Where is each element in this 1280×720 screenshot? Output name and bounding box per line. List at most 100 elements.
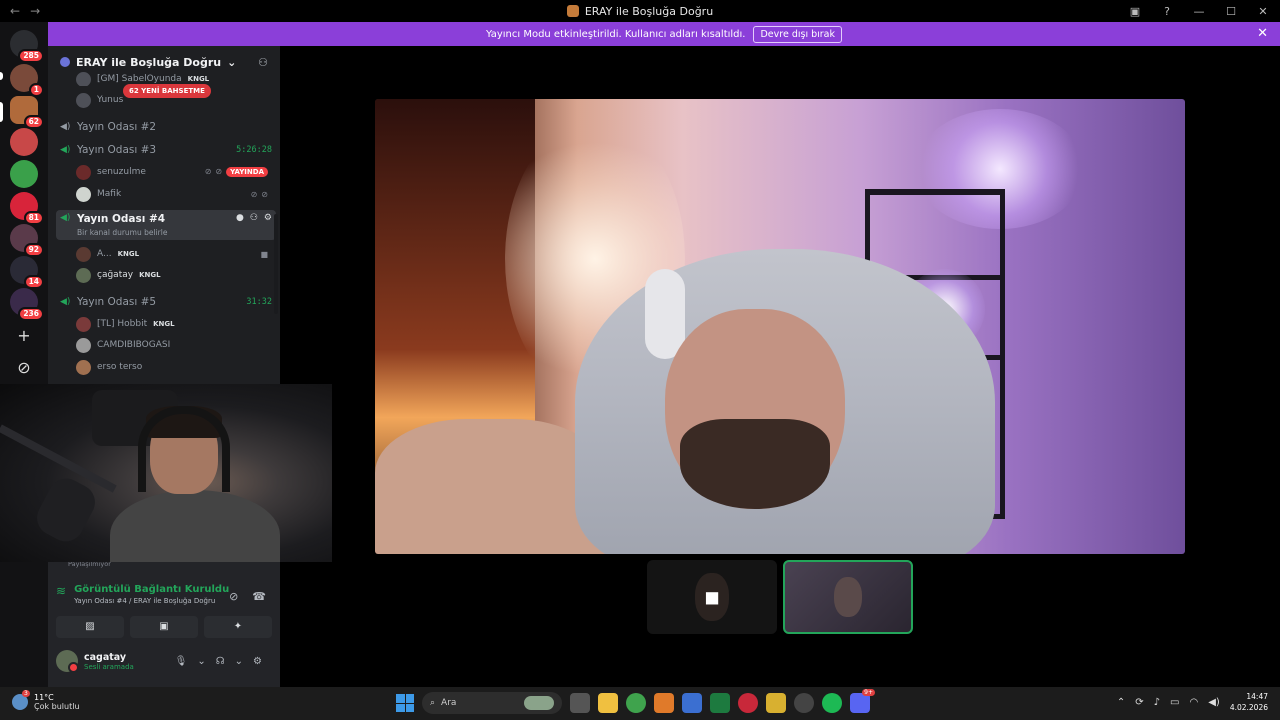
headphones-icon[interactable]: ☊ bbox=[216, 656, 225, 667]
voice-user[interactable]: CAMDIBIBOGASI bbox=[76, 335, 276, 355]
volume-icon[interactable]: ◀) bbox=[1208, 697, 1220, 708]
close-window-button[interactable]: ✕ bbox=[1256, 5, 1270, 18]
participant-avatar bbox=[834, 577, 862, 617]
chevron-up-icon[interactable]: ⌃ bbox=[1117, 697, 1125, 708]
direct-messages-icon[interactable]: 285 bbox=[10, 30, 44, 63]
server-icon[interactable] bbox=[10, 128, 38, 156]
task-view-icon[interactable] bbox=[570, 693, 590, 713]
taskbar: 3 11°C Çok bulutlu ⌕ Ara 9+ ⌃ ⟳ ♪ ▭ ◠ ◀)… bbox=[0, 687, 1280, 720]
settings-gear-icon[interactable]: ⚙ bbox=[253, 656, 262, 667]
add-server-icon[interactable]: + bbox=[10, 322, 38, 350]
discover-icon[interactable]: ⊘ bbox=[10, 354, 38, 382]
voice-user[interactable]: erso terso bbox=[76, 357, 276, 377]
noise-suppression-icon[interactable]: ⊘ bbox=[229, 590, 238, 603]
back-arrow-icon[interactable]: ← bbox=[10, 4, 20, 18]
clock[interactable]: 14:47 4.02.2026 bbox=[1230, 691, 1268, 713]
unread-pill bbox=[0, 72, 3, 80]
voice-channel-room3[interactable]: ◀) Yayın Odası #3 5:26:28 bbox=[56, 140, 276, 160]
channel-timer: 31:32 bbox=[246, 297, 272, 307]
chrome-icon[interactable] bbox=[626, 693, 646, 713]
inbox-icon[interactable]: ▣ bbox=[1128, 5, 1142, 18]
channel-status-hint[interactable]: Bir kanal durumu belirle bbox=[77, 228, 167, 237]
avatar bbox=[76, 246, 91, 262]
voice-user[interactable]: A... KNGL ■ bbox=[76, 244, 276, 264]
user-name: Mafik bbox=[97, 189, 122, 199]
server-icon[interactable]: 14 bbox=[10, 256, 44, 289]
connection-location[interactable]: Yayın Odası #4 / ERAY ile Boşluğa Doğru bbox=[74, 597, 229, 605]
channel-timer: 5:26:28 bbox=[236, 145, 272, 155]
voice-buttons: ▨ ▣ ✦ bbox=[56, 616, 272, 638]
help-icon[interactable]: ? bbox=[1160, 5, 1174, 18]
user-name: [GM] SabelOyunda bbox=[97, 74, 182, 84]
server-icon-active[interactable]: 62 bbox=[10, 96, 44, 129]
new-mentions-pill[interactable]: 62 YENİ BAHSETME bbox=[123, 84, 211, 98]
maximize-button[interactable]: ☐ bbox=[1224, 5, 1238, 18]
activities-button[interactable]: ✦ bbox=[204, 616, 272, 638]
server-icon[interactable] bbox=[10, 160, 38, 188]
deafened-icon: ⊘ bbox=[215, 167, 223, 176]
server-icon[interactable]: 1 bbox=[10, 64, 44, 97]
weather-desc: Çok bulutlu bbox=[34, 702, 80, 711]
voice-user[interactable]: senuzulme ⊘ ⊘ YAYINDA bbox=[76, 162, 276, 182]
speaker-icon: ◀) bbox=[60, 297, 71, 307]
sync-icon[interactable]: ⟳ bbox=[1135, 697, 1143, 708]
signal-icon[interactable]: ≋ bbox=[56, 584, 66, 598]
date: 4.02.2026 bbox=[1229, 703, 1268, 712]
server-icon[interactable]: 81 bbox=[10, 192, 44, 225]
add-member-icon[interactable]: ⚇ bbox=[258, 56, 268, 69]
voice-channel-room5[interactable]: ◀) Yayın Odası #5 31:32 bbox=[56, 292, 276, 312]
user-tag: KNGL bbox=[117, 250, 140, 258]
spotify-icon[interactable] bbox=[822, 693, 842, 713]
brave-icon[interactable] bbox=[654, 693, 674, 713]
camera-icon: ■ bbox=[260, 249, 268, 259]
forward-arrow-icon[interactable]: → bbox=[30, 4, 40, 18]
app-icon[interactable] bbox=[738, 693, 758, 713]
camera-off-button[interactable]: ▨ bbox=[56, 616, 124, 638]
disable-streamer-mode-button[interactable]: Devre dışı bırak bbox=[753, 25, 843, 43]
discord-icon[interactable]: 9+ bbox=[850, 689, 875, 713]
user-name: çağatay bbox=[97, 270, 134, 280]
main-video-feed[interactable] bbox=[375, 99, 1185, 554]
app-icon[interactable] bbox=[794, 693, 814, 713]
user-panel[interactable]: cagatay Sesli aramada bbox=[56, 650, 134, 673]
settings-gear-icon[interactable]: ⚙ bbox=[264, 213, 272, 223]
voice-user[interactable]: Mafik ⊘ ⊘ bbox=[76, 184, 276, 204]
user-name: CAMDIBIBOGASI bbox=[97, 340, 171, 350]
disconnect-icon[interactable]: ☎ bbox=[252, 590, 266, 603]
banner-close-icon[interactable]: ✕ bbox=[1257, 26, 1268, 41]
minimize-button[interactable]: — bbox=[1192, 5, 1206, 18]
microphone-icon[interactable]: ♪ bbox=[1154, 697, 1160, 708]
wifi-icon[interactable]: ◠ bbox=[1190, 697, 1199, 708]
microphone-icon[interactable]: 🎙 bbox=[175, 656, 188, 667]
voice-channel-room4[interactable]: ◀) Yayın Odası #4 Bir kanal durumu belir… bbox=[56, 210, 276, 240]
invite-icon[interactable]: ⚇ bbox=[250, 213, 258, 223]
sidebar-scrollbar[interactable] bbox=[274, 214, 278, 314]
chevron-down-icon[interactable]: ⌄ bbox=[235, 656, 243, 667]
avatar bbox=[76, 92, 91, 108]
streamer-webcam-overlay bbox=[0, 384, 332, 562]
start-button[interactable] bbox=[396, 694, 414, 712]
voice-user[interactable]: çağatay KNGL bbox=[76, 265, 276, 285]
participant-tile-selected[interactable] bbox=[783, 560, 913, 634]
connection-title[interactable]: Görüntülü Bağlantı Kuruldu bbox=[74, 584, 229, 595]
voice-user[interactable]: [TL] Hobbit KNGL bbox=[76, 314, 276, 334]
file-explorer-icon[interactable] bbox=[598, 693, 618, 713]
window-title-text: ERAY ile Boşluğa Doğru bbox=[584, 4, 714, 18]
server-icon[interactable]: 236 bbox=[10, 288, 44, 321]
server-icon[interactable]: 92 bbox=[10, 224, 44, 257]
excel-icon[interactable] bbox=[710, 693, 730, 713]
app-icon[interactable] bbox=[766, 693, 786, 713]
user-status-icons: ⊘ ⊘ YAYINDA bbox=[205, 167, 276, 177]
store-icon[interactable] bbox=[682, 693, 702, 713]
chevron-down-icon[interactable]: ⌄ bbox=[197, 656, 205, 667]
display-icon[interactable]: ▭ bbox=[1170, 697, 1179, 708]
voice-channel-room2[interactable]: ◀) Yayın Odası #2 bbox=[56, 117, 276, 137]
weather-widget[interactable]: 3 11°C Çok bulutlu bbox=[12, 690, 80, 711]
chat-icon[interactable]: ● bbox=[236, 213, 244, 223]
search-box[interactable]: ⌕ Ara bbox=[422, 692, 562, 714]
screen-share-button[interactable]: ▣ bbox=[130, 616, 198, 638]
user-name: A... bbox=[97, 249, 112, 259]
channel-name: Yayın Odası #3 bbox=[77, 144, 157, 156]
couch bbox=[375, 419, 605, 554]
participant-tile[interactable]: ■ bbox=[647, 560, 777, 634]
